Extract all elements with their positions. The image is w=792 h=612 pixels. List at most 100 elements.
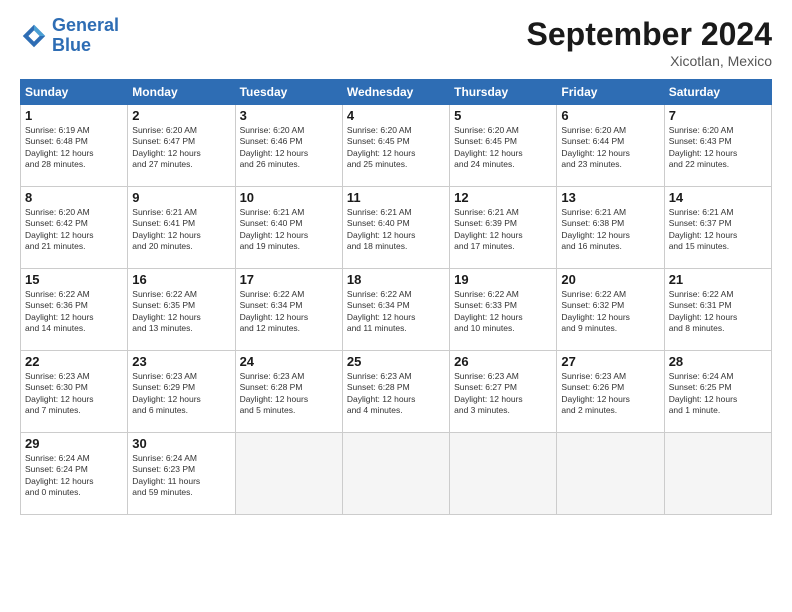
cell-content: Sunrise: 6:23 AM Sunset: 6:26 PM Dayligh… — [561, 371, 659, 417]
cell-content: Sunrise: 6:21 AM Sunset: 6:37 PM Dayligh… — [669, 207, 767, 253]
cell-content: Sunrise: 6:21 AM Sunset: 6:39 PM Dayligh… — [454, 207, 552, 253]
header-wednesday: Wednesday — [342, 80, 449, 105]
day-number: 23 — [132, 354, 230, 369]
cell-content: Sunrise: 6:23 AM Sunset: 6:30 PM Dayligh… — [25, 371, 123, 417]
cell-content: Sunrise: 6:22 AM Sunset: 6:33 PM Dayligh… — [454, 289, 552, 335]
cell-content: Sunrise: 6:21 AM Sunset: 6:40 PM Dayligh… — [347, 207, 445, 253]
day-number: 26 — [454, 354, 552, 369]
week-row-4: 22Sunrise: 6:23 AM Sunset: 6:30 PM Dayli… — [21, 351, 772, 433]
day-number: 5 — [454, 108, 552, 123]
day-number: 2 — [132, 108, 230, 123]
cell-content: Sunrise: 6:19 AM Sunset: 6:48 PM Dayligh… — [25, 125, 123, 171]
cell-content: Sunrise: 6:23 AM Sunset: 6:29 PM Dayligh… — [132, 371, 230, 417]
day-number: 3 — [240, 108, 338, 123]
day-number: 24 — [240, 354, 338, 369]
cell-content: Sunrise: 6:21 AM Sunset: 6:40 PM Dayligh… — [240, 207, 338, 253]
table-row: 19 Sunrise: 6:22 AM Sunset: 6:33 PM Dayli… — [450, 269, 557, 351]
day-number: 12 — [454, 190, 552, 205]
table-row — [450, 433, 557, 515]
cell-content: Sunrise: 6:24 AM Sunset: 6:24 PM Dayligh… — [25, 453, 123, 499]
table-row — [664, 433, 771, 515]
logo-icon — [20, 22, 48, 50]
day-number: 14 — [669, 190, 767, 205]
table-row: 24Sunrise: 6:23 AM Sunset: 6:28 PM Dayli… — [235, 351, 342, 433]
day-number: 30 — [132, 436, 230, 451]
week-row-5: 29 Sunrise: 6:24 AM Sunset: 6:24 PM Dayli… — [21, 433, 772, 515]
cell-content: Sunrise: 6:22 AM Sunset: 6:31 PM Dayligh… — [669, 289, 767, 335]
location: Xicotlan, Mexico — [527, 53, 772, 69]
day-number: 13 — [561, 190, 659, 205]
header-thursday: Thursday — [450, 80, 557, 105]
day-number: 9 — [132, 190, 230, 205]
table-row: 13 Sunrise: 6:21 AM Sunset: 6:38 PM Dayli… — [557, 187, 664, 269]
table-row — [342, 433, 449, 515]
day-number: 29 — [25, 436, 123, 451]
header-sunday: Sunday — [21, 80, 128, 105]
table-row: 28 Sunrise: 6:24 AM Sunset: 6:25 PM Dayli… — [664, 351, 771, 433]
cell-content: Sunrise: 6:21 AM Sunset: 6:41 PM Dayligh… — [132, 207, 230, 253]
calendar-header-row: Sunday Monday Tuesday Wednesday Thursday… — [21, 80, 772, 105]
day-number: 1 — [25, 108, 123, 123]
table-row: 22Sunrise: 6:23 AM Sunset: 6:30 PM Dayli… — [21, 351, 128, 433]
cell-content: Sunrise: 6:24 AM Sunset: 6:25 PM Dayligh… — [669, 371, 767, 417]
day-number: 15 — [25, 272, 123, 287]
cell-content: Sunrise: 6:20 AM Sunset: 6:45 PM Dayligh… — [347, 125, 445, 171]
cell-content: Sunrise: 6:22 AM Sunset: 6:32 PM Dayligh… — [561, 289, 659, 335]
table-row: 9 Sunrise: 6:21 AM Sunset: 6:41 PM Daylig… — [128, 187, 235, 269]
title-block: September 2024 Xicotlan, Mexico — [527, 16, 772, 69]
cell-content: Sunrise: 6:24 AM Sunset: 6:23 PM Dayligh… — [132, 453, 230, 499]
header-saturday: Saturday — [664, 80, 771, 105]
cell-content: Sunrise: 6:20 AM Sunset: 6:44 PM Dayligh… — [561, 125, 659, 171]
day-number: 16 — [132, 272, 230, 287]
day-number: 27 — [561, 354, 659, 369]
week-row-1: 1 Sunrise: 6:19 AM Sunset: 6:48 PM Daylig… — [21, 105, 772, 187]
day-number: 6 — [561, 108, 659, 123]
table-row: 20 Sunrise: 6:22 AM Sunset: 6:32 PM Dayli… — [557, 269, 664, 351]
logo-text: General Blue — [52, 16, 119, 56]
cell-content: Sunrise: 6:23 AM Sunset: 6:28 PM Dayligh… — [347, 371, 445, 417]
day-number: 11 — [347, 190, 445, 205]
table-row: 23 Sunrise: 6:23 AM Sunset: 6:29 PM Dayli… — [128, 351, 235, 433]
day-number: 17 — [240, 272, 338, 287]
table-row: 11 Sunrise: 6:21 AM Sunset: 6:40 PM Dayli… — [342, 187, 449, 269]
table-row: 8 Sunrise: 6:20 AM Sunset: 6:42 PM Daylig… — [21, 187, 128, 269]
day-number: 4 — [347, 108, 445, 123]
cell-content: Sunrise: 6:20 AM Sunset: 6:42 PM Dayligh… — [25, 207, 123, 253]
table-row: 30 Sunrise: 6:24 AM Sunset: 6:23 PM Dayli… — [128, 433, 235, 515]
cell-content: Sunrise: 6:20 AM Sunset: 6:47 PM Dayligh… — [132, 125, 230, 171]
cell-content: Sunrise: 6:22 AM Sunset: 6:35 PM Dayligh… — [132, 289, 230, 335]
table-row: 3 Sunrise: 6:20 AM Sunset: 6:46 PM Daylig… — [235, 105, 342, 187]
day-number: 28 — [669, 354, 767, 369]
cell-content: Sunrise: 6:21 AM Sunset: 6:38 PM Dayligh… — [561, 207, 659, 253]
cell-content: Sunrise: 6:22 AM Sunset: 6:34 PM Dayligh… — [240, 289, 338, 335]
table-row: 10Sunrise: 6:21 AM Sunset: 6:40 PM Dayli… — [235, 187, 342, 269]
header-monday: Monday — [128, 80, 235, 105]
table-row: 14 Sunrise: 6:21 AM Sunset: 6:37 PM Dayli… — [664, 187, 771, 269]
day-number: 19 — [454, 272, 552, 287]
table-row: 7Sunrise: 6:20 AM Sunset: 6:43 PM Daylig… — [664, 105, 771, 187]
table-row: 15 Sunrise: 6:22 AM Sunset: 6:36 PM Dayli… — [21, 269, 128, 351]
cell-content: Sunrise: 6:22 AM Sunset: 6:34 PM Dayligh… — [347, 289, 445, 335]
header-tuesday: Tuesday — [235, 80, 342, 105]
cell-content: Sunrise: 6:20 AM Sunset: 6:46 PM Dayligh… — [240, 125, 338, 171]
table-row: 4 Sunrise: 6:20 AM Sunset: 6:45 PM Daylig… — [342, 105, 449, 187]
cell-content: Sunrise: 6:20 AM Sunset: 6:45 PM Dayligh… — [454, 125, 552, 171]
cell-content: Sunrise: 6:23 AM Sunset: 6:27 PM Dayligh… — [454, 371, 552, 417]
table-row: 6 Sunrise: 6:20 AM Sunset: 6:44 PM Daylig… — [557, 105, 664, 187]
table-row: 12 Sunrise: 6:21 AM Sunset: 6:39 PM Dayli… — [450, 187, 557, 269]
table-row — [235, 433, 342, 515]
cell-content: Sunrise: 6:22 AM Sunset: 6:36 PM Dayligh… — [25, 289, 123, 335]
table-row: 17 Sunrise: 6:22 AM Sunset: 6:34 PM Dayli… — [235, 269, 342, 351]
week-row-3: 15 Sunrise: 6:22 AM Sunset: 6:36 PM Dayli… — [21, 269, 772, 351]
table-row: 26 Sunrise: 6:23 AM Sunset: 6:27 PM Dayli… — [450, 351, 557, 433]
table-row: 5 Sunrise: 6:20 AM Sunset: 6:45 PM Daylig… — [450, 105, 557, 187]
week-row-2: 8 Sunrise: 6:20 AM Sunset: 6:42 PM Daylig… — [21, 187, 772, 269]
cell-content: Sunrise: 6:20 AM Sunset: 6:43 PM Dayligh… — [669, 125, 767, 171]
table-row: 29 Sunrise: 6:24 AM Sunset: 6:24 PM Dayli… — [21, 433, 128, 515]
day-number: 25 — [347, 354, 445, 369]
day-number: 8 — [25, 190, 123, 205]
header: General Blue September 2024 Xicotlan, Me… — [20, 16, 772, 69]
table-row: 25 Sunrise: 6:23 AM Sunset: 6:28 PM Dayli… — [342, 351, 449, 433]
day-number: 18 — [347, 272, 445, 287]
day-number: 20 — [561, 272, 659, 287]
